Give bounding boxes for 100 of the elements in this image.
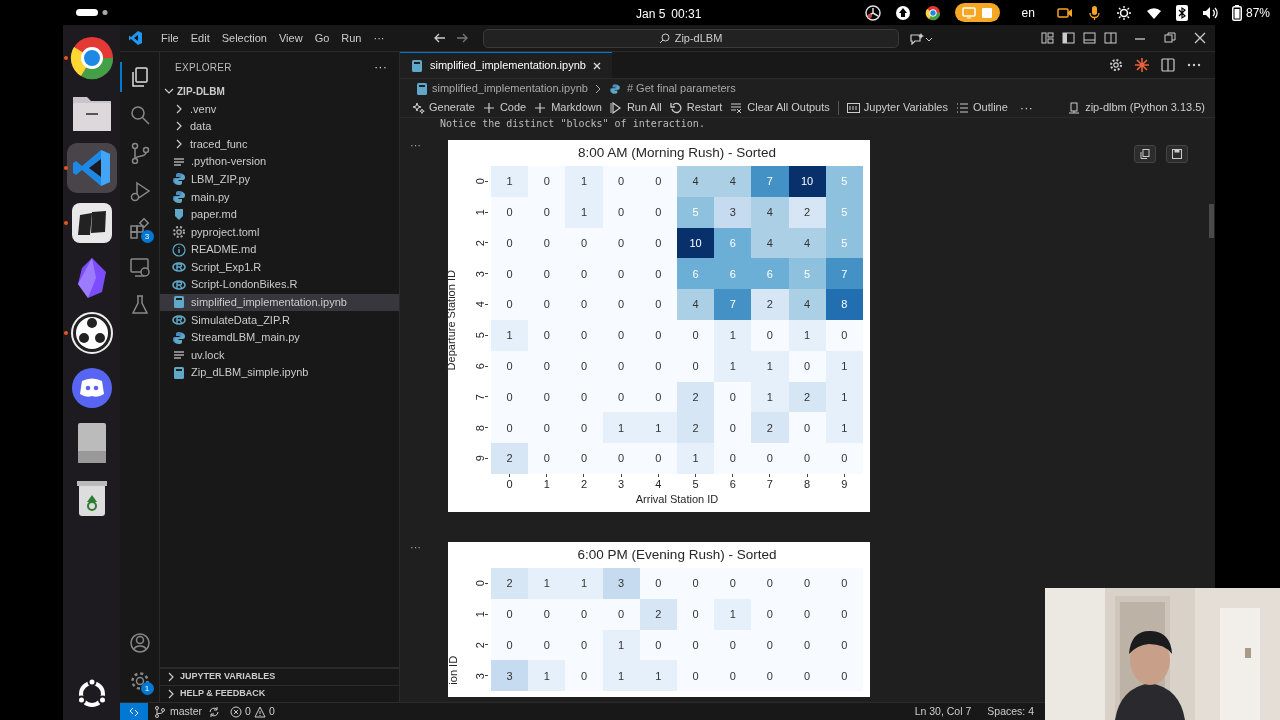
file-tree-item[interactable]: Zip_dLBM_simple.ipynb	[160, 363, 399, 382]
split-editor-icon[interactable]	[1161, 58, 1175, 72]
battery-icon[interactable]	[1231, 4, 1242, 21]
breadcrumb-item[interactable]: simplified_implementation.ipynb	[432, 80, 588, 97]
file-tree-item[interactable]: data	[160, 117, 399, 136]
file-tree-item[interactable]: paper.md	[160, 205, 399, 224]
notification-badge: 3	[140, 230, 154, 243]
file-tree-item[interactable]: traced_func	[160, 135, 399, 153]
command-center-search[interactable]: Zip-dLBM	[482, 28, 899, 48]
toolbar-button[interactable]: Run All	[605, 98, 666, 117]
kernel-picker[interactable]: zip-dlbm (Python 3.13.5)	[1068, 99, 1205, 116]
sync-icon[interactable]	[208, 705, 221, 718]
settings-icon[interactable]	[1109, 58, 1123, 72]
menu-item[interactable]: View	[272, 27, 309, 49]
remote-explorer-icon[interactable]	[128, 256, 151, 278]
file-tree-item[interactable]: README.md	[160, 240, 399, 259]
file-tree-item[interactable]: Script-LondonBikes.R	[160, 275, 399, 294]
back-arrow-icon[interactable]	[432, 32, 447, 44]
microphone-icon[interactable]	[1086, 4, 1102, 21]
file-tree-item[interactable]: main.py	[160, 187, 399, 206]
heatmap-cell: 1	[714, 350, 752, 382]
notebook-file-icon	[172, 295, 186, 310]
tick-label: 1	[543, 476, 550, 491]
close-icon[interactable]	[1193, 31, 1207, 45]
problems-status[interactable]: 0 0	[230, 703, 275, 720]
file-tree-item[interactable]: uv.lock	[160, 346, 399, 364]
toggle-sidebar-icon[interactable]	[1062, 31, 1075, 45]
settings-icon[interactable]	[128, 670, 151, 692]
file-tree-item[interactable]: StreamdLBM_main.py	[160, 328, 399, 347]
menu-item[interactable]: Run	[335, 27, 368, 49]
python-file-icon	[172, 172, 186, 187]
menu-item[interactable]: Selection	[215, 27, 273, 49]
remote-button[interactable]	[120, 702, 148, 720]
extensions-icon[interactable]	[128, 218, 151, 240]
heatmap-cell: 2	[751, 412, 789, 444]
folder-name[interactable]: ZIP-DLBM	[177, 83, 225, 99]
heatmap-cell: 0	[565, 320, 603, 351]
file-tree-item[interactable]: simplified_implementation.ipynb	[160, 293, 399, 312]
notification-badge: 1	[140, 682, 154, 695]
heatmap-cell: 0	[528, 289, 566, 320]
more-actions-button[interactable]: ···	[374, 57, 387, 77]
copy-output-button[interactable]	[1134, 145, 1156, 163]
heatmap-cell: 3	[602, 567, 640, 599]
cell-menu-button[interactable]: ···	[410, 140, 448, 150]
file-tree-item[interactable]: Script_Exp1.R	[160, 258, 399, 276]
file-tree-item[interactable]: .python-version	[160, 152, 399, 171]
cursor-position[interactable]: Ln 30, Col 7	[914, 703, 972, 720]
chat-icon[interactable]	[908, 31, 933, 45]
heatmap-cell: 0	[491, 196, 529, 228]
notebook-file-icon	[410, 58, 424, 73]
editor-tab[interactable]: simplified_implementation.ipynb	[400, 52, 612, 78]
collapsed-section-header[interactable]: JUPYTER VARIABLES	[160, 668, 399, 685]
toggle-secondary-sidebar-icon[interactable]	[1104, 31, 1117, 45]
breadcrumb-item[interactable]: # Get final parameters	[626, 80, 736, 97]
scrollbar-thumb[interactable]	[1209, 204, 1214, 238]
cell-menu-button[interactable]: ···	[410, 541, 448, 552]
toolbar-button[interactable]: Markdown	[530, 98, 606, 117]
tick-label: 4	[472, 301, 487, 308]
bluetooth-icon[interactable]	[1175, 4, 1188, 21]
workspace-indicator-icon[interactable]	[76, 9, 108, 16]
forward-arrow-icon[interactable]	[454, 32, 469, 44]
close-icon[interactable]	[591, 60, 602, 71]
save-output-button[interactable]	[1166, 145, 1188, 163]
restore-icon[interactable]	[1163, 31, 1177, 45]
screen-share-indicator[interactable]	[954, 3, 1000, 22]
run-debug-icon[interactable]	[128, 180, 151, 202]
branch-status[interactable]: master	[154, 703, 203, 720]
file-tree-item[interactable]: LBM_ZIP.py	[160, 170, 399, 188]
toolbar-button[interactable]: Code	[478, 98, 531, 117]
heatmap-cell: 0	[602, 258, 640, 290]
upload-icon[interactable]	[894, 4, 911, 21]
brightness-icon[interactable]	[1115, 4, 1132, 21]
account-icon[interactable]	[128, 632, 151, 654]
tick-label: 2	[472, 239, 487, 247]
menu-item[interactable]: Go	[308, 27, 336, 49]
toolbar-button[interactable]: Generate	[408, 98, 479, 117]
heatmap-cell: 0	[788, 567, 826, 599]
dock-app-button[interactable]	[66, 143, 117, 193]
indentation-status[interactable]: Spaces: 4	[987, 703, 1034, 720]
search-icon[interactable]	[128, 104, 151, 126]
menu-item[interactable]: File	[155, 27, 185, 49]
toggle-panel-icon[interactable]	[1083, 31, 1096, 45]
toolbar-button[interactable]: Outline	[951, 98, 1012, 117]
file-tree-item[interactable]: SimulateData_ZIP.R	[160, 311, 399, 329]
more-actions-button[interactable]: ···	[1011, 97, 1041, 118]
file-tree-item[interactable]: .venv	[160, 100, 399, 118]
heatmap-cell: 0	[565, 258, 603, 290]
tick-label: 4	[655, 476, 662, 491]
toolbar-button[interactable]: Restart	[665, 98, 727, 117]
heatmap-cell: 7	[714, 289, 752, 320]
heatmap-cell: 1	[639, 412, 677, 444]
customize-layout-icon[interactable]	[1041, 31, 1054, 45]
wifi-icon[interactable]	[1145, 5, 1162, 20]
toolbar-button[interactable]: Clear All Outputs	[726, 98, 834, 117]
toolbar-button[interactable]: Jupyter Variables	[842, 98, 952, 117]
menu-item[interactable]: ···	[367, 27, 391, 49]
starburst-icon[interactable]	[1135, 58, 1149, 72]
menu-item[interactable]: Edit	[184, 27, 216, 49]
file-tree-item[interactable]: pyproject.toml	[160, 223, 399, 241]
keyboard-language[interactable]: en	[1013, 3, 1043, 22]
